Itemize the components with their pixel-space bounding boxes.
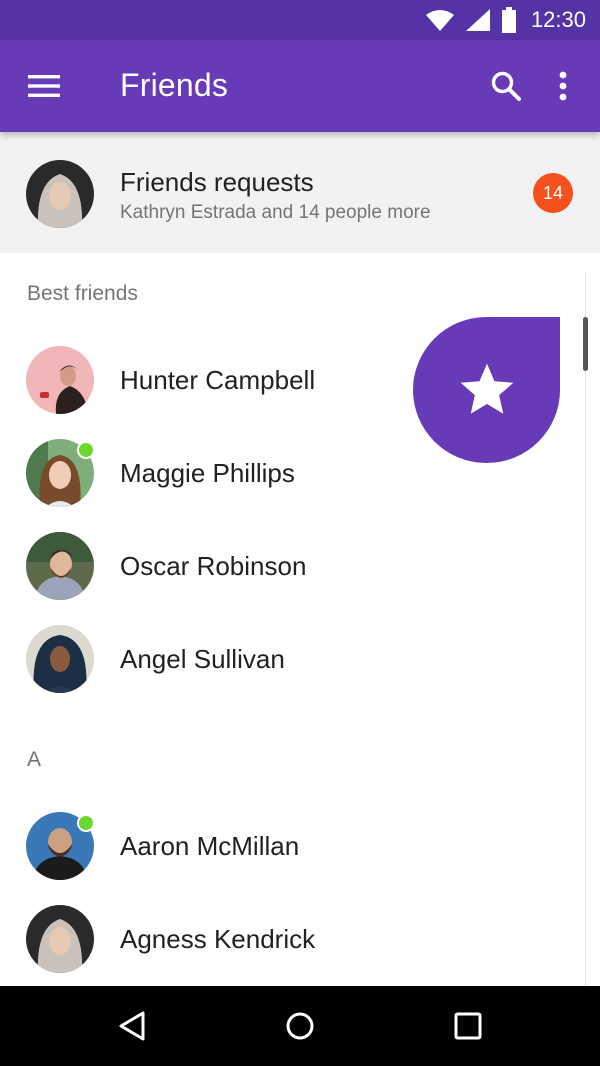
page-title: Friends: [120, 67, 229, 103]
recents-button[interactable]: [448, 1006, 488, 1046]
contact-row[interactable]: Agness Kendrick: [0, 893, 580, 985]
avatar: [26, 625, 94, 693]
home-button[interactable]: [280, 1006, 320, 1046]
search-icon: [491, 71, 521, 101]
menu-button[interactable]: [24, 66, 64, 106]
contact-name: Oscar Robinson: [120, 551, 307, 581]
section-header-a: A: [27, 748, 42, 771]
more-options-button[interactable]: [548, 66, 578, 106]
contact-row[interactable]: Angel Sullivan: [0, 613, 580, 705]
online-indicator: [77, 814, 95, 832]
scrollbar-thumb[interactable]: [583, 317, 588, 371]
back-triangle-icon: [119, 1011, 145, 1041]
back-button[interactable]: [113, 1006, 153, 1046]
fast-scroll-bubble: [413, 317, 560, 463]
search-button[interactable]: [486, 66, 526, 106]
status-bar: 12:30: [0, 0, 600, 40]
status-icons: 12:30: [425, 0, 586, 40]
avatar: [26, 905, 94, 973]
online-indicator: [77, 441, 95, 459]
contact-name: Maggie Phillips: [120, 458, 295, 488]
contact-name: Agness Kendrick: [120, 924, 316, 954]
battery-icon: [501, 7, 516, 33]
avatar: [26, 160, 94, 228]
recents-square-icon: [454, 1012, 482, 1040]
more-vert-icon: [559, 71, 567, 101]
system-navigation-bar: [0, 986, 600, 1066]
contact-name: Angel Sullivan: [120, 644, 285, 674]
contact-row[interactable]: Oscar Robinson: [0, 520, 580, 612]
section-header-best-friends: Best friends: [27, 282, 138, 305]
app-bar: Friends: [0, 40, 600, 132]
contact-name: Hunter Campbell: [120, 365, 316, 395]
scrollbar-track[interactable]: [585, 272, 586, 986]
avatar: [26, 532, 94, 600]
avatar: [26, 346, 94, 414]
friend-requests-row[interactable]: Friends requests Kathryn Estrada and 14 …: [0, 132, 600, 253]
wifi-icon: [425, 10, 454, 31]
request-count-badge: 14: [533, 173, 573, 213]
contact-name: Aaron McMillan: [120, 831, 300, 861]
status-time: 12:30: [530, 7, 586, 32]
home-circle-icon: [286, 1012, 314, 1040]
star-icon: [460, 363, 513, 414]
hamburger-menu-icon: [28, 75, 60, 97]
friend-requests-subtitle: Kathryn Estrada and 14 people more: [120, 202, 431, 223]
friend-requests-title: Friends requests: [120, 167, 314, 197]
signal-icon: [465, 9, 490, 31]
contact-row[interactable]: Aaron McMillan: [0, 800, 580, 892]
